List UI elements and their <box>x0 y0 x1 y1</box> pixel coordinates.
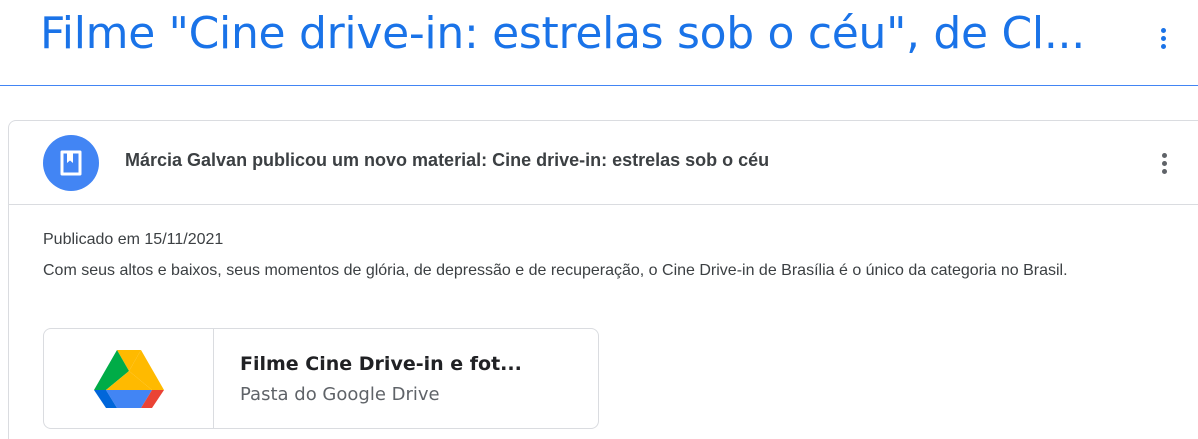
material-card: Márcia Galvan publicou um novo material:… <box>8 120 1198 439</box>
attachment-subtitle: Pasta do Google Drive <box>240 384 440 405</box>
attachment-thumbnail <box>44 329 214 428</box>
more-vert-icon[interactable] <box>1150 22 1178 54</box>
post-description: Com seus altos e baixos, seus momentos d… <box>43 262 1068 279</box>
drive-attachment[interactable]: Filme Cine Drive-in e fot... Pasta do Go… <box>43 328 599 429</box>
posted-date: Publicado em 15/11/2021 <box>43 231 224 248</box>
avatar <box>43 135 99 191</box>
google-drive-icon <box>94 350 164 408</box>
card-header: Márcia Galvan publicou um novo material:… <box>9 121 1198 205</box>
page-header: Filme "Cine drive-in: estrelas sob o céu… <box>0 0 1198 86</box>
announcement-text[interactable]: Márcia Galvan publicou um novo material:… <box>125 150 769 171</box>
bookmark-icon <box>60 150 82 176</box>
attachment-title: Filme Cine Drive-in e fot... <box>240 353 522 375</box>
more-vert-icon[interactable] <box>1151 147 1179 179</box>
page-title: Filme "Cine drive-in: estrelas sob o céu… <box>40 8 1085 59</box>
